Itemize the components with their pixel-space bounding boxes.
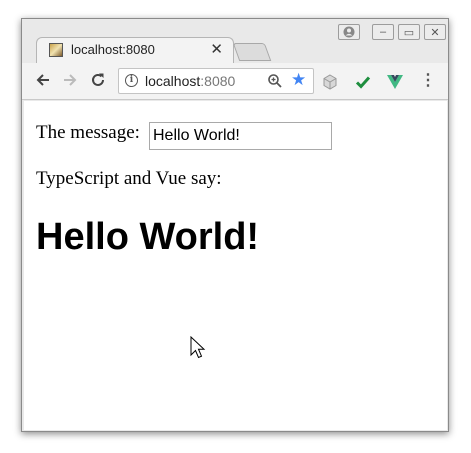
forward-arrow-icon <box>64 74 77 86</box>
favicon-icon <box>49 43 63 57</box>
mouse-cursor-icon <box>190 336 206 359</box>
zoom-icon[interactable] <box>267 73 283 89</box>
message-label: The message: <box>36 122 140 143</box>
url-host: localhost <box>145 73 201 89</box>
reload-button[interactable] <box>87 69 109 91</box>
browser-window: localhost:8080 ✕ – ▭ ✕ i localhost:8080 … <box>21 18 449 432</box>
profile-icon <box>343 26 355 38</box>
tab-localhost[interactable]: localhost:8080 ✕ <box>36 37 234 63</box>
browser-toolbar: i localhost:8080 ★ ⋮ <box>22 63 448 100</box>
profile-button[interactable] <box>338 24 360 40</box>
url-port: :8080 <box>200 73 236 89</box>
message-input[interactable] <box>149 122 332 150</box>
back-arrow-icon <box>36 74 49 86</box>
window-close-button[interactable]: ✕ <box>424 24 446 40</box>
maximize-button[interactable]: ▭ <box>398 24 420 40</box>
tab-title: localhost:8080 <box>71 42 155 57</box>
window-close-icon: ✕ <box>430 26 440 39</box>
kebab-menu-icon[interactable]: ⋮ <box>420 70 436 92</box>
extension-vue-button[interactable] <box>385 72 405 92</box>
extension-check-button[interactable] <box>353 72 373 92</box>
info-icon[interactable]: i <box>125 74 138 87</box>
tab-strip: localhost:8080 ✕ – ▭ ✕ <box>22 19 448 63</box>
checkmark-icon <box>355 76 371 89</box>
back-button[interactable] <box>32 69 54 91</box>
extension-cube-button[interactable] <box>320 72 340 92</box>
hello-heading: Hello World! <box>36 216 260 258</box>
address-bar[interactable]: i localhost:8080 ★ <box>118 68 314 94</box>
minimize-icon: – <box>379 26 387 38</box>
close-icon[interactable]: ✕ <box>210 40 223 60</box>
star-icon[interactable]: ★ <box>291 70 306 90</box>
url-text[interactable]: localhost:8080 <box>145 73 235 89</box>
say-text: TypeScript and Vue say: <box>36 168 222 189</box>
minimize-button[interactable]: – <box>372 24 394 40</box>
maximize-icon: ▭ <box>403 26 415 39</box>
forward-button[interactable] <box>59 69 81 91</box>
new-tab-button[interactable] <box>232 43 272 61</box>
page-content: The message: TypeScript and Vue say: Hel… <box>24 101 447 430</box>
vue-devtools-icon <box>387 75 403 89</box>
reload-icon <box>92 73 104 86</box>
cube-icon <box>323 74 337 90</box>
